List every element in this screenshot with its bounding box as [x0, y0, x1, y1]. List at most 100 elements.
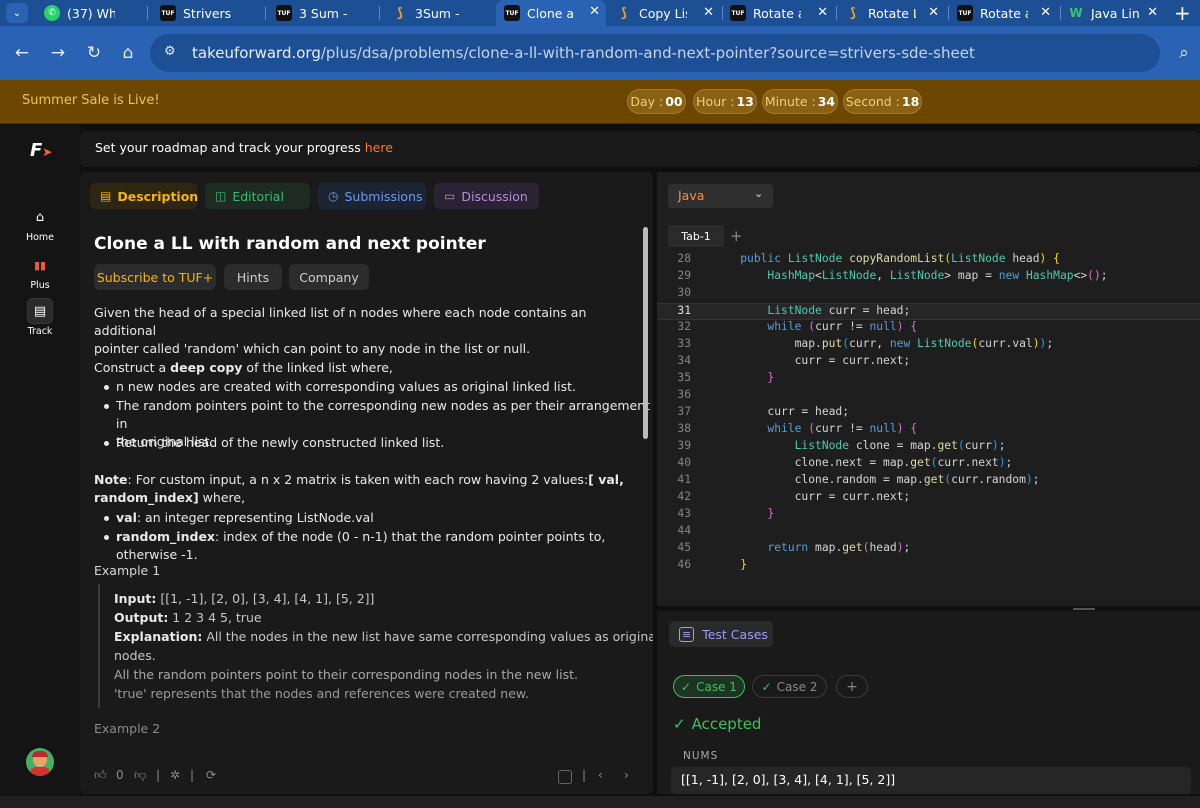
timer-second: Second :18	[843, 89, 922, 114]
browser-tab[interactable]: W Java Lin ✕	[1068, 2, 1164, 24]
code-line[interactable]: 43 }	[657, 507, 1200, 524]
browser-tab[interactable]: TUF Rotate a ✕	[730, 2, 834, 24]
clock-icon: ◷	[328, 189, 339, 203]
address-bar: ← → ↻ ⌂ ⚙ takeuforward.org/plus/dsa/prob…	[0, 26, 1200, 80]
line-number: 29	[677, 269, 691, 282]
code-line[interactable]: 46 }	[657, 558, 1200, 570]
timer-hour: Hour :13	[693, 89, 757, 114]
tab-test-cases[interactable]: ≡ Test Cases	[669, 621, 773, 647]
tab-submissions[interactable]: ◷ Submissions	[318, 183, 426, 209]
close-icon[interactable]: ✕	[817, 5, 828, 20]
browser-tab[interactable]: ⟆ Rotate L ✕	[845, 2, 945, 24]
like-count: 0	[116, 768, 124, 782]
code-line[interactable]: 45 return map.get(head);	[657, 541, 1200, 558]
zoom-icon[interactable]: ⌕	[1170, 39, 1198, 67]
rail-home[interactable]: ⌂ Home	[20, 204, 60, 244]
url-field[interactable]: ⚙ takeuforward.org/plus/dsa/problems/clo…	[150, 34, 1160, 72]
tab-editorial[interactable]: ◫ Editorial	[205, 183, 310, 209]
site-info-icon[interactable]: ⚙	[164, 44, 176, 59]
code-line[interactable]: 30	[657, 286, 1200, 303]
company-button[interactable]: Company	[289, 264, 369, 290]
language-select[interactable]: Java ⌄	[668, 184, 773, 208]
code-line[interactable]: 40 clone.next = map.get(curr.next);	[657, 456, 1200, 473]
avatar[interactable]	[26, 748, 54, 776]
thumbs-down-icon[interactable]: 👎︎	[134, 768, 146, 783]
nums-label: NUMS	[683, 750, 719, 762]
close-icon[interactable]: ✕	[589, 4, 600, 19]
thumbs-up-icon[interactable]: 👍︎	[94, 768, 107, 783]
prev-icon[interactable]: ‹	[598, 768, 603, 782]
tab-description[interactable]: ▤ Description	[90, 183, 198, 209]
check-icon: ✓	[681, 679, 692, 694]
list-item: random_index: index of the node (0 - n-1…	[116, 529, 606, 562]
code-line[interactable]: 37 curr = head;	[657, 405, 1200, 422]
bookmark-icon[interactable]	[558, 770, 572, 784]
browser-tab-active[interactable]: TUF Clone a ✕	[496, 0, 606, 26]
close-icon[interactable]: ✕	[1040, 5, 1051, 20]
rail-track[interactable]: ▤ Track	[20, 298, 60, 337]
tab-discussion[interactable]: ▭ Discussion	[434, 183, 539, 209]
code-line[interactable]: 33 map.put(curr, new ListNode(curr.val))…	[657, 337, 1200, 354]
code-line[interactable]: 31 ListNode curr = head;	[657, 303, 1200, 320]
code-editor-panel: Java ⌄ Tab-1 + 28 public ListNode copyRa…	[657, 172, 1200, 610]
tuf-icon: TUF	[160, 5, 176, 21]
code-line[interactable]: 29 HashMap<ListNode, ListNode> map = new…	[657, 269, 1200, 286]
line-number: 32	[677, 320, 691, 333]
line-number: 28	[677, 252, 691, 265]
case-2-button[interactable]: ✓ Case 2	[752, 675, 827, 698]
close-icon[interactable]: ✕	[1147, 5, 1158, 20]
forward-button[interactable]: →	[44, 39, 72, 67]
code-area[interactable]: 28 public ListNode copyRandomList(ListNo…	[657, 252, 1200, 570]
leetcode-icon: ⟆	[397, 5, 403, 21]
logo[interactable]: F➤	[30, 140, 52, 161]
roadmap-link[interactable]: here	[365, 140, 393, 155]
problem-construct: Construct a deep copy of the linked list…	[94, 360, 393, 375]
share-icon[interactable]: ⟳	[206, 768, 216, 782]
back-button[interactable]: ←	[8, 39, 36, 67]
subscribe-button[interactable]: Subscribe to TUF+	[94, 264, 216, 290]
line-number: 45	[677, 541, 691, 554]
close-icon[interactable]: ✕	[928, 5, 939, 20]
next-icon[interactable]: ›	[624, 768, 629, 782]
tuf-icon: TUF	[504, 5, 520, 21]
resize-handle[interactable]	[1073, 608, 1095, 610]
plus-icon: ▮▮	[33, 258, 47, 272]
code-line[interactable]: 36	[657, 388, 1200, 405]
code-line[interactable]: 44	[657, 524, 1200, 541]
browser-tab[interactable]: TUF Rotate a ✕	[957, 2, 1057, 24]
new-tab-button[interactable]: +	[1174, 1, 1191, 25]
hints-button[interactable]: Hints	[224, 264, 282, 290]
browser-tab[interactable]: ✆ (37) Wh	[44, 2, 139, 24]
scrollbar[interactable]	[643, 227, 648, 439]
code-line[interactable]: 28 public ListNode copyRandomList(ListNo…	[657, 252, 1200, 269]
promo-banner: Summer Sale is Live! Day :00 Hour :13 Mi…	[0, 80, 1200, 124]
browser-tab[interactable]: TUF Strivers	[160, 2, 260, 24]
test-case-panel: ≡ Test Cases ✓ Case 1 ✓ Case 2 + ✓ Accepted …	[657, 611, 1200, 794]
tab-search-button[interactable]: ⌄	[6, 3, 28, 23]
add-case-button[interactable]: +	[836, 675, 868, 698]
editor-tab[interactable]: Tab-1	[668, 225, 724, 247]
browser-tab[interactable]: ⟆ 3Sum -	[392, 2, 488, 24]
code-line[interactable]: 34 curr = curr.next;	[657, 354, 1200, 371]
example-1-box: Input: [[1, -1], [2, 0], [3, 4], [4, 1],…	[98, 584, 653, 708]
promo-text: Summer Sale is Live!	[22, 93, 160, 108]
rail-plus[interactable]: ▮▮ Plus	[20, 252, 60, 292]
case-1-button[interactable]: ✓ Case 1	[673, 675, 745, 698]
add-tab-button[interactable]: +	[730, 227, 743, 245]
close-icon[interactable]: ✕	[703, 5, 714, 20]
chevron-down-icon: ⌄	[754, 187, 764, 200]
code-line[interactable]: 41 clone.random = map.get(curr.random);	[657, 473, 1200, 490]
line-number: 31	[677, 304, 691, 317]
code-text: return map.get(head);	[767, 541, 911, 554]
browser-tab[interactable]: ⟆ Copy Lis ✕	[616, 2, 720, 24]
code-line[interactable]: 42 curr = curr.next;	[657, 490, 1200, 507]
reload-button[interactable]: ↻	[80, 39, 108, 67]
code-line[interactable]: 39 ListNode clone = map.get(curr);	[657, 439, 1200, 456]
browser-tab[interactable]: TUF 3 Sum -	[276, 2, 372, 24]
code-line[interactable]: 32 while (curr != null) {	[657, 320, 1200, 337]
bug-icon[interactable]: ✲	[170, 768, 180, 782]
home-icon[interactable]: ⌂	[114, 39, 142, 67]
code-line[interactable]: 35 }	[657, 371, 1200, 388]
leetcode-icon: ⟆	[621, 5, 627, 21]
code-line[interactable]: 38 while (curr != null) {	[657, 422, 1200, 439]
